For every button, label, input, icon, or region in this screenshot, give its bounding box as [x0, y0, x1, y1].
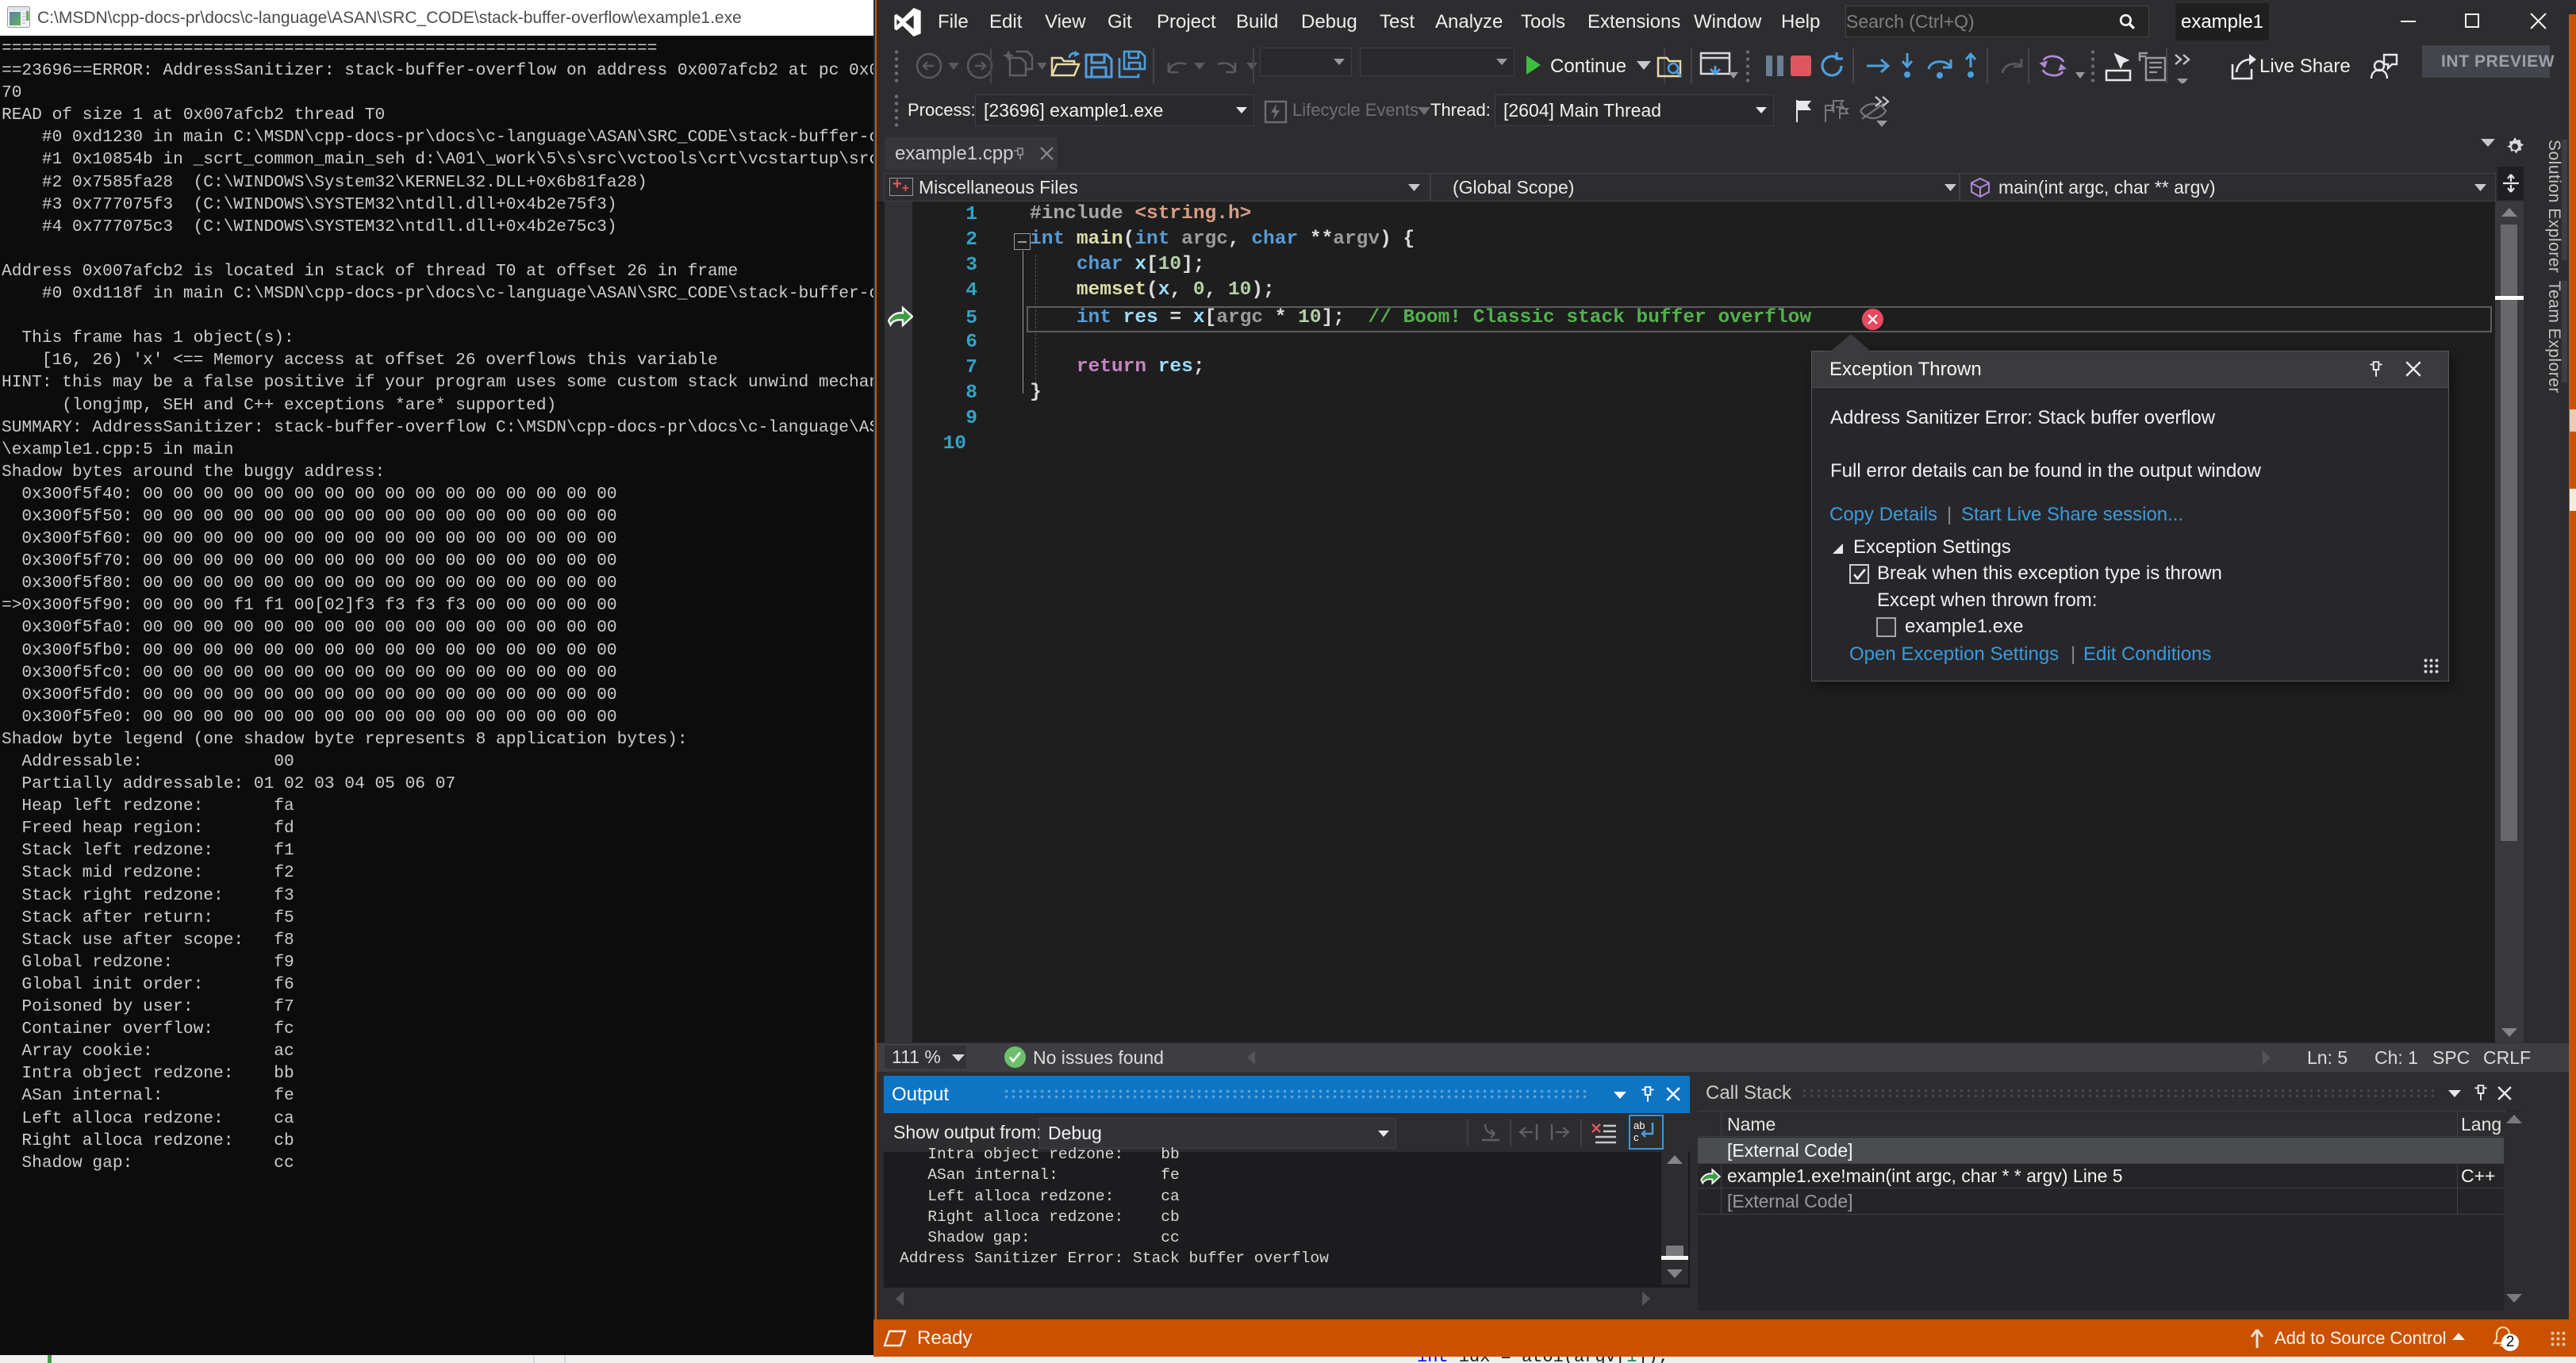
svg-text:ab: ab: [1634, 1119, 1645, 1131]
svg-text:c: c: [1634, 1131, 1639, 1143]
